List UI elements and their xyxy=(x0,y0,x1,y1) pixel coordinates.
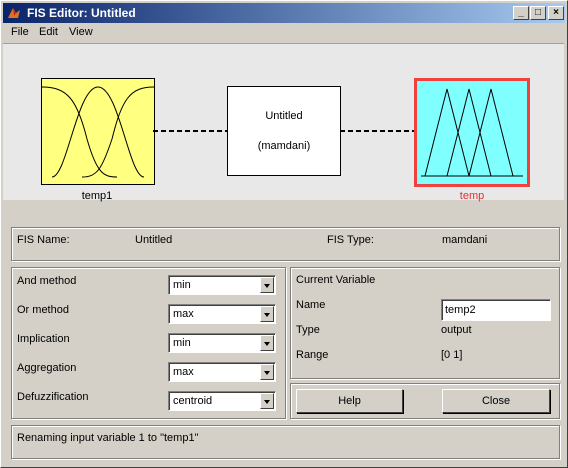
output-membership-triangles xyxy=(421,88,523,177)
defuzzification-label: Defuzzification xyxy=(17,391,89,403)
implication-select[interactable]: min xyxy=(168,333,276,353)
current-variable-panel: Current Variable Name temp2 Type output … xyxy=(290,267,560,379)
output-connector xyxy=(340,130,416,132)
methods-panel: And method min Or method max Implication… xyxy=(11,267,286,419)
chevron-down-icon[interactable] xyxy=(260,335,274,351)
matlab-icon xyxy=(8,8,20,18)
minimize-icon[interactable]: _ xyxy=(513,6,529,20)
variable-name-label: Name xyxy=(296,299,326,311)
chevron-down-icon[interactable] xyxy=(260,306,274,322)
defuzzification-value: centroid xyxy=(173,395,213,407)
and-method-label: And method xyxy=(17,275,77,287)
variable-name-value: temp2 xyxy=(445,304,476,316)
and-method-value: min xyxy=(173,279,191,291)
variable-type-label: Type xyxy=(296,324,320,336)
fis-info-panel: FIS Name: Untitled FIS Type: mamdani xyxy=(11,227,560,261)
implication-value: min xyxy=(173,337,191,349)
input-membership-curves xyxy=(41,86,155,178)
and-method-select[interactable]: min xyxy=(168,275,276,295)
input-connector xyxy=(153,130,229,132)
chevron-down-icon[interactable] xyxy=(260,364,274,380)
fis-name-label: FIS Name: xyxy=(17,234,70,246)
menu-file[interactable]: File xyxy=(11,26,29,38)
menu-edit[interactable]: Edit xyxy=(39,26,58,38)
or-method-value: max xyxy=(173,308,194,320)
or-method-label: Or method xyxy=(17,304,69,316)
menu-bar: File Edit View xyxy=(3,23,565,42)
status-message: Renaming input variable 1 to "temp1" xyxy=(17,432,199,444)
help-button[interactable]: Help xyxy=(296,389,403,413)
aggregation-select[interactable]: max xyxy=(168,362,276,382)
title-bar[interactable]: FIS Editor: Untitled _ □ × xyxy=(3,3,565,23)
chevron-down-icon[interactable] xyxy=(260,393,274,409)
status-panel: Renaming input variable 1 to "temp1" xyxy=(11,425,560,459)
input-variable-label: temp1 xyxy=(81,190,113,202)
current-variable-heading: Current Variable xyxy=(296,274,376,286)
fis-editor-window: FIS Editor: Untitled _ □ × File Edit Vie… xyxy=(0,0,568,468)
input-variable-block[interactable] xyxy=(41,78,155,185)
menu-view[interactable]: View xyxy=(69,26,93,38)
close-button[interactable]: Close xyxy=(442,389,550,413)
fis-type-label: FIS Type: xyxy=(327,234,374,246)
fis-type-value: mamdani xyxy=(442,234,488,246)
system-block[interactable]: Untitled (mamdani) xyxy=(227,86,341,176)
buttons-panel: Help Close xyxy=(290,383,560,419)
or-method-select[interactable]: max xyxy=(168,304,276,324)
output-variable-block[interactable] xyxy=(414,78,530,187)
variable-name-input[interactable]: temp2 xyxy=(441,299,551,321)
system-type: (mamdani) xyxy=(257,140,311,152)
chevron-down-icon[interactable] xyxy=(260,277,274,293)
implication-label: Implication xyxy=(17,333,70,345)
variable-type-value: output xyxy=(441,324,472,336)
close-icon[interactable]: × xyxy=(548,6,564,20)
window-title: FIS Editor: Untitled xyxy=(27,6,136,20)
aggregation-value: max xyxy=(173,366,194,378)
maximize-icon[interactable]: □ xyxy=(530,6,546,20)
variable-range-label: Range xyxy=(296,349,329,361)
fis-name-value: Untitled xyxy=(135,234,173,246)
output-variable-label: temp xyxy=(459,190,485,202)
defuzzification-select[interactable]: centroid xyxy=(168,391,276,411)
variable-range-value: [0 1] xyxy=(441,349,463,361)
fis-diagram: temp1 Untitled (mamdani) temp xyxy=(3,43,564,202)
aggregation-label: Aggregation xyxy=(17,362,77,374)
system-name: Untitled xyxy=(265,110,303,122)
